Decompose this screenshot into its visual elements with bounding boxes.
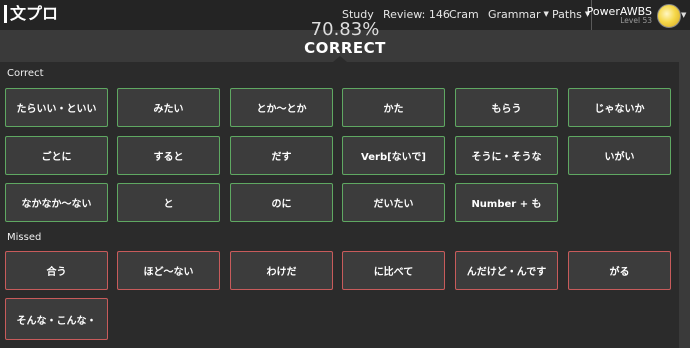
nav-review-label: Review: 146 <box>383 8 450 21</box>
correct-item[interactable]: いがい <box>568 136 671 175</box>
nav-grammar-label: Grammar <box>488 8 541 21</box>
correct-item[interactable]: じゃないか <box>568 88 671 127</box>
chevron-down-icon: ▼ <box>543 10 549 18</box>
chevron-down-icon[interactable]: ▼ <box>681 11 686 19</box>
correct-item[interactable]: だす <box>230 136 333 175</box>
correct-item[interactable]: すると <box>117 136 220 175</box>
nav-grammar[interactable]: Grammar ▼ <box>488 8 549 21</box>
missed-item[interactable]: そんな・こんな・ <box>5 298 108 340</box>
correct-item[interactable]: とか〜とか <box>230 88 333 127</box>
missed-section-label: Missed <box>7 232 42 243</box>
results-panel: Correct たらいい・といい みたい とか〜とか かた もらう じゃないか … <box>0 62 679 348</box>
missed-item[interactable]: に比べて <box>342 251 445 290</box>
missed-item[interactable]: 合う <box>5 251 108 290</box>
missed-item[interactable]: がる <box>568 251 671 290</box>
correct-item[interactable]: なかなか〜ない <box>5 183 108 222</box>
score-percent: 70.83% <box>310 19 380 40</box>
page-scrollbar[interactable] <box>679 62 690 348</box>
score-title: CORRECT <box>304 39 386 57</box>
correct-item[interactable]: のに <box>230 183 333 222</box>
nav-paths-label: Paths <box>552 8 582 21</box>
missed-item[interactable]: わけだ <box>230 251 333 290</box>
correct-item[interactable]: ごとに <box>5 136 108 175</box>
correct-item[interactable]: Number + も <box>455 183 558 222</box>
nav-cram-label: Cram <box>449 8 479 21</box>
correct-item[interactable]: もらう <box>455 88 558 127</box>
correct-item[interactable]: みたい <box>117 88 220 127</box>
nav-paths[interactable]: Paths ▼ <box>552 8 590 21</box>
missed-item[interactable]: ほど〜ない <box>117 251 220 290</box>
nav-cram[interactable]: Cram <box>449 8 479 21</box>
correct-item[interactable]: かた <box>342 88 445 127</box>
missed-item[interactable]: んだけど・んです <box>455 251 558 290</box>
correct-item[interactable]: Verb[ないで] <box>342 136 445 175</box>
correct-item[interactable]: だいたい <box>342 183 445 222</box>
correct-item[interactable]: たらいい・といい <box>5 88 108 127</box>
correct-item[interactable]: そうに・そうな <box>455 136 558 175</box>
nav-review[interactable]: Review: 146 <box>383 8 450 21</box>
correct-item[interactable]: と <box>117 183 220 222</box>
correct-section-label: Correct <box>7 68 44 79</box>
